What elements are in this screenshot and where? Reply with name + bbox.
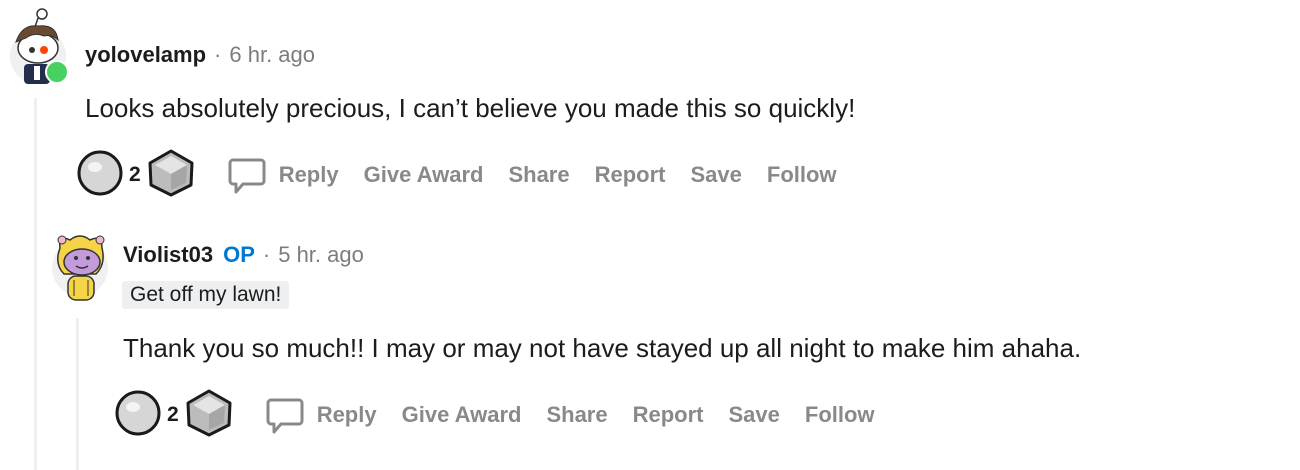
thread-line-nested[interactable] — [76, 318, 79, 470]
report-button[interactable]: Report — [633, 402, 704, 428]
downvote-icon[interactable] — [183, 388, 235, 443]
upvote-icon[interactable] — [113, 388, 163, 443]
avatar[interactable] — [50, 230, 112, 304]
username[interactable]: Violist03 — [123, 242, 213, 268]
comment-header: yolovelamp · 6 hr. ago — [85, 40, 315, 70]
share-button[interactable]: Share — [546, 402, 607, 428]
comment-actions: 2 Reply Give Award Share Report Save Fol… — [75, 148, 862, 203]
separator: · — [262, 242, 271, 267]
reply-button[interactable]: Reply — [227, 155, 339, 195]
op-badge: OP — [223, 242, 255, 267]
user-flair: Get off my lawn! — [122, 281, 290, 309]
vote-controls: 2 — [113, 388, 235, 443]
give-award-button[interactable]: Give Award — [402, 402, 522, 428]
timestamp[interactable]: 6 hr. ago — [229, 42, 315, 68]
give-award-button[interactable]: Give Award — [364, 162, 484, 188]
thread-line[interactable] — [34, 98, 37, 470]
separator: · — [214, 42, 222, 67]
follow-button[interactable]: Follow — [767, 162, 837, 188]
upvote-icon[interactable] — [75, 148, 125, 203]
report-button[interactable]: Report — [595, 162, 666, 188]
timestamp[interactable]: 5 hr. ago — [278, 242, 364, 268]
share-button[interactable]: Share — [508, 162, 569, 188]
save-button[interactable]: Save — [691, 162, 742, 188]
comment-actions: 2 Reply Give Award Share Report Save Fol… — [113, 388, 900, 443]
downvote-icon[interactable] — [145, 148, 197, 203]
comment-body: Thank you so much!! I may or may not hav… — [123, 333, 1082, 363]
vote-score: 2 — [129, 163, 141, 186]
comment-header: Violist03 OP · 5 hr. ago — [123, 240, 364, 270]
vote-controls: 2 — [75, 148, 197, 203]
reply-button[interactable]: Reply — [265, 395, 377, 435]
comment-icon — [228, 158, 266, 194]
vote-score: 2 — [167, 403, 179, 426]
online-indicator — [45, 60, 69, 84]
comment-icon — [266, 398, 304, 434]
follow-button[interactable]: Follow — [805, 402, 875, 428]
save-button[interactable]: Save — [729, 402, 780, 428]
username[interactable]: yolovelamp — [85, 42, 206, 68]
comment-body: Looks absolutely precious, I can’t belie… — [85, 93, 856, 123]
